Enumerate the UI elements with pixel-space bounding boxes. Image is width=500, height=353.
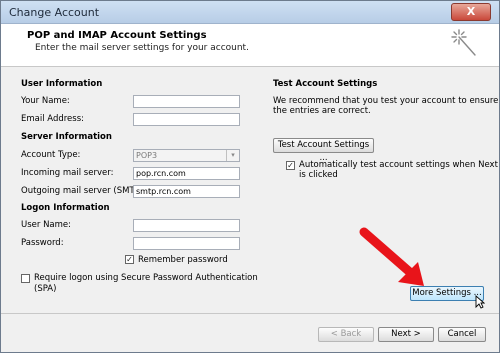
auto-test-checkbox[interactable]: ✓ [286, 161, 295, 170]
wizard-wand-icon [451, 29, 476, 56]
title-bar: Change Account X [1, 1, 499, 24]
test-account-settings-button[interactable]: Test Account Settings ... [273, 138, 374, 163]
logon-info-heading: Logon Information [21, 203, 110, 213]
username-input[interactable] [133, 219, 240, 232]
test-desc-line2: the entries are correct. [273, 106, 371, 116]
test-desc-line1: We recommend that you test your account … [273, 96, 500, 106]
header-subtitle: Enter the mail server settings for your … [35, 43, 249, 53]
outgoing-server-input[interactable]: smtp.rcn.com [133, 185, 240, 198]
user-info-heading: User Information [21, 79, 103, 89]
password-label: Password: [21, 238, 64, 248]
auto-test-label-line2: is clicked [299, 170, 338, 180]
server-info-heading: Server Information [21, 132, 112, 142]
account-type-value: POP3 [136, 151, 158, 160]
your-name-label: Your Name: [21, 96, 70, 106]
email-input[interactable] [133, 113, 240, 126]
your-name-input[interactable] [133, 95, 240, 108]
footer-divider [1, 313, 499, 314]
header-title: POP and IMAP Account Settings [27, 30, 207, 41]
next-button[interactable]: Next > [378, 327, 434, 342]
outgoing-server-label: Outgoing mail server (SMTP): [21, 186, 146, 196]
password-input[interactable] [133, 237, 240, 250]
window-title: Change Account [9, 6, 100, 19]
remember-password-checkbox[interactable]: ✓ [125, 255, 134, 264]
cancel-button[interactable]: Cancel [438, 327, 486, 342]
remember-password-label: Remember password [138, 255, 228, 265]
email-label: Email Address: [21, 114, 84, 124]
test-settings-heading: Test Account Settings [273, 79, 378, 89]
back-button[interactable]: < Back [318, 327, 374, 342]
chevron-down-icon: ▾ [226, 150, 239, 161]
account-type-label: Account Type: [21, 150, 81, 160]
mouse-cursor-icon [475, 295, 485, 309]
close-button[interactable]: X [451, 3, 491, 21]
username-label: User Name: [21, 220, 72, 230]
auto-test-label-line1: Automatically test account settings when… [299, 160, 498, 170]
spa-label-line1: Require logon using Secure Password Auth… [34, 273, 258, 283]
spa-label-line2: (SPA) [34, 284, 57, 294]
change-account-dialog: Change Account X POP and IMAP Account Se… [0, 0, 500, 353]
spa-checkbox[interactable] [21, 274, 30, 283]
dialog-header: POP and IMAP Account Settings Enter the … [1, 24, 499, 67]
more-settings-button[interactable]: More Settings ... [410, 286, 484, 301]
incoming-server-label: Incoming mail server: [21, 168, 114, 178]
account-type-select: POP3 ▾ [133, 149, 240, 162]
incoming-server-input[interactable]: pop.rcn.com [133, 167, 240, 180]
